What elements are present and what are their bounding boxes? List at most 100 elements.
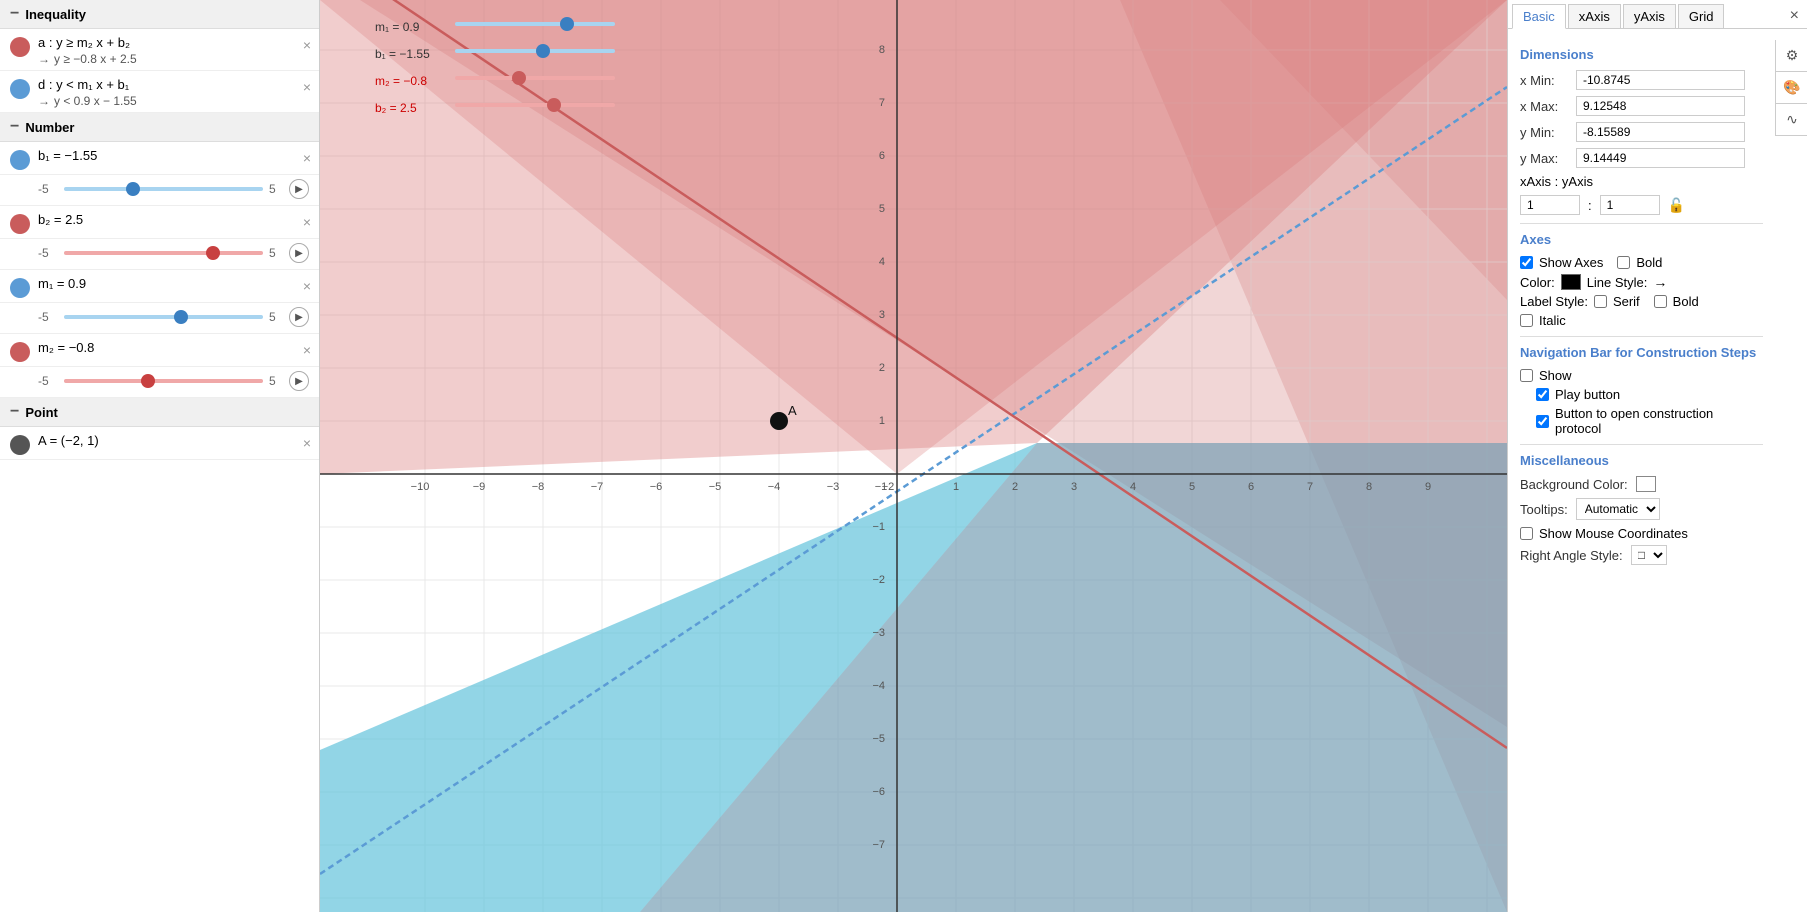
svg-text:8: 8 xyxy=(879,44,885,56)
m2-slider-thumb[interactable] xyxy=(141,374,155,388)
svg-text:2: 2 xyxy=(1012,481,1018,493)
b1-slider-track[interactable] xyxy=(64,187,263,191)
tab-basic[interactable]: Basic xyxy=(1512,4,1566,29)
axes-color-swatch[interactable] xyxy=(1561,274,1581,290)
xmin-input[interactable] xyxy=(1576,70,1745,90)
item-d-content: d : y < m₁ x + b₁ → y < 0.9 x − 1.55 xyxy=(38,77,309,108)
m1-play-btn[interactable]: ▶ xyxy=(289,307,309,327)
right-panel-tabs: Basic xAxis yAxis Grid × xyxy=(1508,0,1807,29)
svg-text:4: 4 xyxy=(879,256,885,268)
divider-3 xyxy=(1520,444,1763,445)
mouse-coords-checkbox[interactable] xyxy=(1520,527,1533,540)
right-angle-select[interactable]: □ xyxy=(1631,545,1667,565)
svg-text:−3: −3 xyxy=(827,481,840,493)
point-A-close-btn[interactable]: × xyxy=(303,435,311,451)
tab-grid[interactable]: Grid xyxy=(1678,4,1725,28)
gear-icon-btn[interactable]: ⚙ xyxy=(1776,40,1807,72)
nav-protocol-checkbox[interactable] xyxy=(1536,415,1549,428)
svg-text:−4: −4 xyxy=(872,680,885,692)
right-panel-close-btn[interactable]: × xyxy=(1790,7,1799,25)
svg-text:m₂ = −0.8: m₂ = −0.8 xyxy=(375,74,427,88)
point-A-name: A = (−2, 1) xyxy=(38,433,309,448)
svg-text:2: 2 xyxy=(879,362,885,374)
italic-checkbox[interactable] xyxy=(1520,314,1533,327)
svg-text:−4: −4 xyxy=(768,481,781,493)
b2-play-btn[interactable]: ▶ xyxy=(289,243,309,263)
label-style-label: Label Style: xyxy=(1520,294,1588,309)
show-axes-checkbox[interactable] xyxy=(1520,256,1533,269)
nav-play-checkbox[interactable] xyxy=(1536,388,1549,401)
item-a-content: a : y ≥ m₂ x + b₂ → y ≥ −0.8 x + 2.5 xyxy=(38,35,309,66)
number-section-title: Number xyxy=(25,120,74,135)
graph-canvas[interactable]: −10 −9 −8 −7 −6 −5 −4 −3 −2 −1 1 2 3 4 5… xyxy=(320,0,1507,912)
tab-xaxis[interactable]: xAxis xyxy=(1568,4,1621,28)
point-A-dot[interactable] xyxy=(770,412,788,430)
nav-protocol-row: Button to open construction protocol xyxy=(1536,406,1763,436)
item-d-close-btn[interactable]: × xyxy=(303,79,311,95)
b1-slider-thumb[interactable] xyxy=(126,182,140,196)
m1-slider-thumb[interactable] xyxy=(174,310,188,324)
svg-text:4: 4 xyxy=(1130,481,1136,493)
m2-close-btn[interactable]: × xyxy=(303,342,311,358)
b1-close-btn[interactable]: × xyxy=(303,150,311,166)
b2-dot xyxy=(10,214,30,234)
m2-slider-track[interactable] xyxy=(64,379,263,383)
item-a-close-btn[interactable]: × xyxy=(303,37,311,53)
b1-content: b₁ = −1.55 xyxy=(38,148,309,165)
bold-axes-checkbox[interactable] xyxy=(1617,256,1630,269)
graph-area[interactable]: −10 −9 −8 −7 −6 −5 −4 −3 −2 −1 1 2 3 4 5… xyxy=(320,0,1507,912)
italic-row: Italic xyxy=(1520,313,1763,328)
serif-label: Serif xyxy=(1613,294,1640,309)
tooltips-select[interactable]: Automatic xyxy=(1576,498,1660,520)
b2-slider-row: -5 5 ▶ xyxy=(0,239,319,270)
inequality-section-title: Inequality xyxy=(25,7,86,22)
b2-slider-track[interactable] xyxy=(64,251,263,255)
number-collapse-btn[interactable]: − xyxy=(10,119,19,135)
b2-close-btn[interactable]: × xyxy=(303,214,311,230)
b1-slider-row: -5 5 ▶ xyxy=(0,175,319,206)
ratio-label-row: xAxis : yAxis xyxy=(1520,174,1763,189)
ratio-y-input[interactable] xyxy=(1600,195,1660,215)
ymax-input[interactable] xyxy=(1576,148,1745,168)
bg-color-label: Background Color: xyxy=(1520,477,1628,492)
point-collapse-btn[interactable]: − xyxy=(10,404,19,420)
show-axes-label: Show Axes xyxy=(1539,255,1603,270)
svg-text:−7: −7 xyxy=(591,481,604,493)
b2-slider-thumb[interactable] xyxy=(206,246,220,260)
m1-name: m₁ = 0.9 xyxy=(38,276,309,291)
svg-text:−5: −5 xyxy=(872,733,885,745)
xmax-input[interactable] xyxy=(1576,96,1745,116)
m1-slider-track[interactable] xyxy=(64,315,263,319)
m1-close-btn[interactable]: × xyxy=(303,278,311,294)
ratio-x-input[interactable] xyxy=(1520,195,1580,215)
point-section-title: Point xyxy=(25,405,58,420)
nav-show-checkbox[interactable] xyxy=(1520,369,1533,382)
inequality-collapse-btn[interactable]: − xyxy=(10,6,19,22)
m1-dot xyxy=(10,278,30,298)
bg-color-swatch[interactable] xyxy=(1636,476,1656,492)
m2-play-btn[interactable]: ▶ xyxy=(289,371,309,391)
serif-checkbox[interactable] xyxy=(1594,295,1607,308)
ymin-input[interactable] xyxy=(1576,122,1745,142)
misc-title: Miscellaneous xyxy=(1520,453,1763,468)
svg-text:9: 9 xyxy=(1425,481,1431,493)
wave-icon-btn[interactable]: ∿ xyxy=(1776,104,1807,136)
svg-text:3: 3 xyxy=(879,309,885,321)
bold-label-checkbox[interactable] xyxy=(1654,295,1667,308)
item-d-arrow: → xyxy=(38,94,50,108)
palette-icon-btn[interactable]: 🎨 xyxy=(1776,72,1807,104)
svg-text:1: 1 xyxy=(953,481,959,493)
bg-color-row: Background Color: xyxy=(1520,476,1763,492)
line-style-arrow: → xyxy=(1653,274,1667,290)
b1-play-btn[interactable]: ▶ xyxy=(289,179,309,199)
svg-text:m₁ = 0.9: m₁ = 0.9 xyxy=(375,20,420,34)
item-a-eq: → y ≥ −0.8 x + 2.5 xyxy=(38,52,309,66)
svg-text:1: 1 xyxy=(879,415,885,427)
svg-text:−3: −3 xyxy=(872,627,885,639)
xmax-label: x Max: xyxy=(1520,99,1576,114)
lock-icon[interactable]: 🔓 xyxy=(1668,197,1685,214)
m1-slider-row: -5 5 ▶ xyxy=(0,303,319,334)
b2-name: b₂ = 2.5 xyxy=(38,212,309,227)
item-a-dot xyxy=(10,37,30,57)
tab-yaxis[interactable]: yAxis xyxy=(1623,4,1676,28)
